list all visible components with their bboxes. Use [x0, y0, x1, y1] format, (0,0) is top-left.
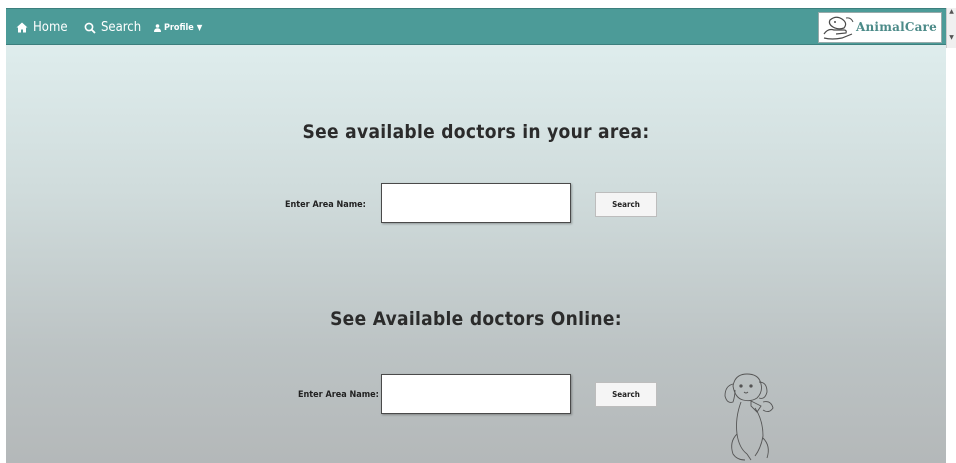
- area-search-button[interactable]: Search: [595, 192, 657, 217]
- nav-home-link[interactable]: Home: [16, 9, 68, 46]
- area-doctors-title: See available doctors in your area:: [302, 121, 650, 143]
- user-icon: [154, 23, 161, 32]
- area-name-input[interactable]: [381, 183, 571, 223]
- nav-search-label: Search: [101, 20, 142, 35]
- online-area-name-input[interactable]: [381, 374, 571, 414]
- dog-sketch-icon: [724, 373, 774, 461]
- scroll-down-icon[interactable]: ▼: [947, 34, 956, 42]
- top-navbar: Home Search Profile ▼ AnimalCare: [6, 8, 946, 45]
- caret-down-icon: ▼: [196, 23, 203, 32]
- online-area-name-label: Enter Area Name:: [298, 390, 379, 400]
- home-icon: [16, 22, 28, 33]
- nav-profile-dropdown[interactable]: Profile ▼: [154, 9, 202, 46]
- nav-home-label: Home: [33, 20, 68, 35]
- area-name-label: Enter Area Name:: [285, 200, 366, 210]
- animal-hand-logo-icon: [823, 16, 854, 40]
- page-frame: Home Search Profile ▼ AnimalCare See ava…: [6, 8, 946, 463]
- online-doctors-title: See Available doctors Online:: [330, 308, 622, 330]
- search-icon: [84, 22, 96, 34]
- scrollbar[interactable]: ▲ ▼: [946, 8, 956, 48]
- online-search-button[interactable]: Search: [595, 382, 657, 407]
- nav-profile-label: Profile: [164, 22, 194, 33]
- nav-search-link[interactable]: Search: [84, 9, 141, 46]
- scroll-up-icon[interactable]: ▲: [947, 8, 956, 16]
- brand-name: AnimalCare: [856, 20, 937, 34]
- brand-logo[interactable]: AnimalCare: [818, 12, 946, 44]
